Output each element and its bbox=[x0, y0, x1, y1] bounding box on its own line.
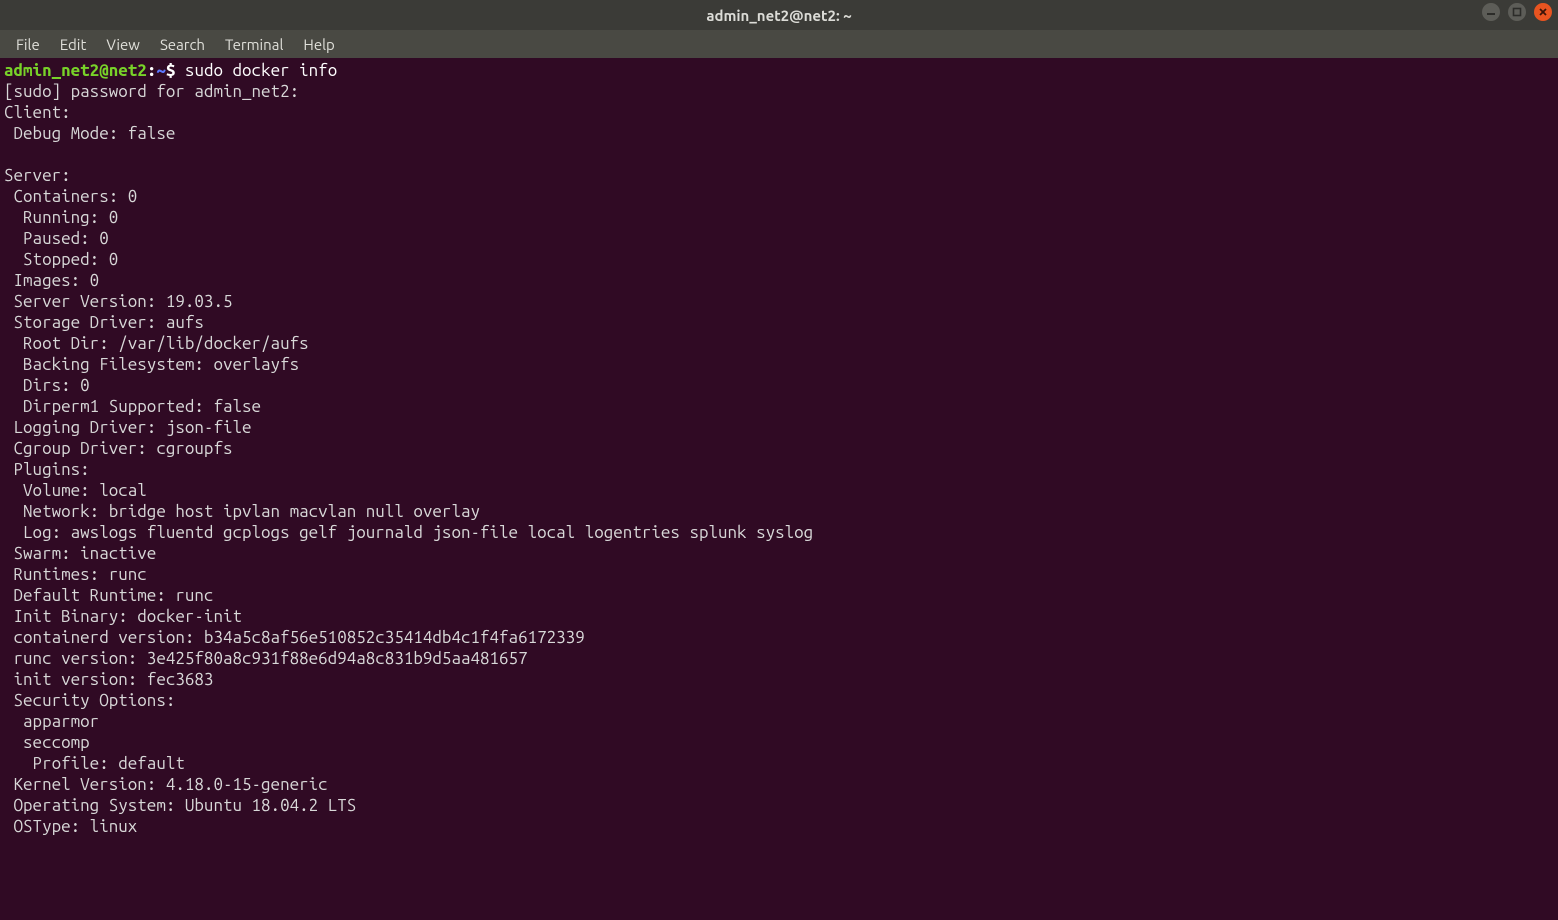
output-line: apparmor bbox=[4, 712, 99, 731]
close-icon bbox=[1538, 7, 1548, 17]
minimize-button[interactable] bbox=[1482, 3, 1500, 21]
window-title: admin_net2@net2: ~ bbox=[706, 7, 851, 24]
output-line: Debug Mode: false bbox=[4, 124, 175, 143]
menu-search[interactable]: Search bbox=[152, 34, 213, 55]
output-line: Log: awslogs fluentd gcplogs gelf journa… bbox=[4, 523, 813, 542]
output-line: Running: 0 bbox=[4, 208, 118, 227]
prompt-user-host: admin_net2@net2 bbox=[4, 61, 147, 80]
output-line: Dirperm1 Supported: false bbox=[4, 397, 261, 416]
output-line: Containers: 0 bbox=[4, 187, 137, 206]
output-line: Kernel Version: 4.18.0-15-generic bbox=[4, 775, 328, 794]
output-line: Dirs: 0 bbox=[4, 376, 90, 395]
menu-help[interactable]: Help bbox=[295, 34, 342, 55]
output-line: Volume: local bbox=[4, 481, 147, 500]
terminal-output[interactable]: admin_net2@net2:~$ sudo docker info [sud… bbox=[0, 58, 1558, 841]
output-line: containerd version: b34a5c8af56e510852c3… bbox=[4, 628, 585, 647]
output-line: Operating System: Ubuntu 18.04.2 LTS bbox=[4, 796, 356, 815]
output-line: Client: bbox=[4, 103, 71, 122]
output-line: Root Dir: /var/lib/docker/aufs bbox=[4, 334, 309, 353]
prompt-path: ~ bbox=[156, 61, 166, 80]
output-line: Stopped: 0 bbox=[4, 250, 118, 269]
output-line: Network: bridge host ipvlan macvlan null… bbox=[4, 502, 480, 521]
output-line: runc version: 3e425f80a8c931f88e6d94a8c8… bbox=[4, 649, 528, 668]
maximize-icon bbox=[1512, 7, 1522, 17]
output-line: Paused: 0 bbox=[4, 229, 109, 248]
prompt-dollar: $ bbox=[166, 61, 185, 80]
minimize-icon bbox=[1486, 7, 1496, 17]
output-line: init version: fec3683 bbox=[4, 670, 213, 689]
output-line: seccomp bbox=[4, 733, 90, 752]
output-line: Plugins: bbox=[4, 460, 90, 479]
output-line: Storage Driver: aufs bbox=[4, 313, 204, 332]
menubar: File Edit View Search Terminal Help bbox=[0, 30, 1558, 58]
output-line: Cgroup Driver: cgroupfs bbox=[4, 439, 232, 458]
output-line: OSType: linux bbox=[4, 817, 137, 836]
output-line: Server Version: 19.03.5 bbox=[4, 292, 232, 311]
output-line: Security Options: bbox=[4, 691, 175, 710]
close-button[interactable] bbox=[1534, 3, 1552, 21]
output-line: Backing Filesystem: overlayfs bbox=[4, 355, 299, 374]
menu-file[interactable]: File bbox=[8, 34, 48, 55]
output-line: Logging Driver: json-file bbox=[4, 418, 252, 437]
output-line: Images: 0 bbox=[4, 271, 99, 290]
command-text: sudo docker info bbox=[185, 61, 337, 80]
output-line: Init Binary: docker-init bbox=[4, 607, 242, 626]
menu-terminal[interactable]: Terminal bbox=[217, 34, 291, 55]
output-line: Server: bbox=[4, 166, 71, 185]
output-line: Runtimes: runc bbox=[4, 565, 147, 584]
menu-edit[interactable]: Edit bbox=[52, 34, 95, 55]
window-controls bbox=[1482, 3, 1552, 21]
output-line: [sudo] password for admin_net2: bbox=[4, 82, 309, 101]
maximize-button[interactable] bbox=[1508, 3, 1526, 21]
output-line: Profile: default bbox=[4, 754, 185, 773]
titlebar: admin_net2@net2: ~ bbox=[0, 0, 1558, 30]
prompt-separator: : bbox=[147, 61, 157, 80]
output-line: Default Runtime: runc bbox=[4, 586, 213, 605]
menu-view[interactable]: View bbox=[98, 34, 148, 55]
output-line: Swarm: inactive bbox=[4, 544, 156, 563]
